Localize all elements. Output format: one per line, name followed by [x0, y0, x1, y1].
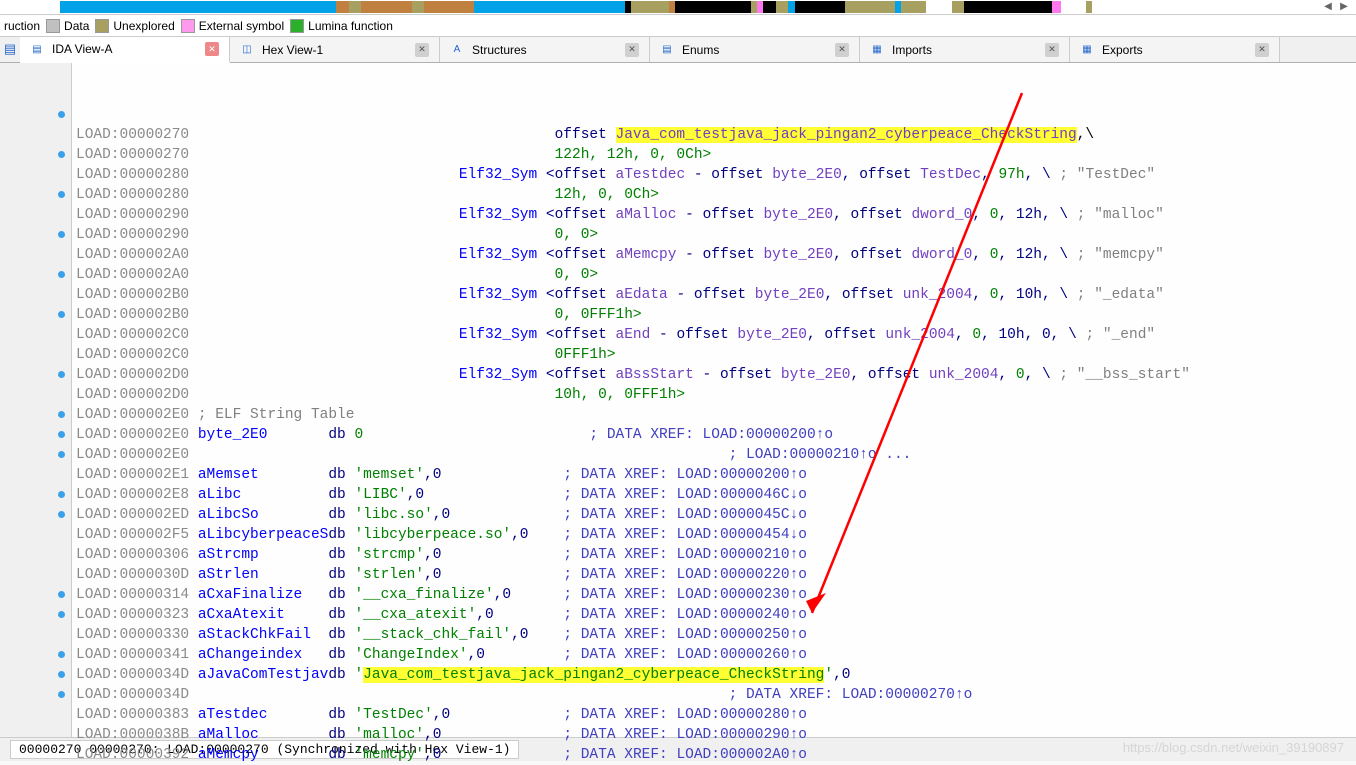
- breakpoint-dot[interactable]: [58, 371, 65, 378]
- tab-hex-view-1[interactable]: ◫ Hex View-1 ✕: [230, 37, 440, 62]
- legend-instruction: ruction: [4, 19, 40, 33]
- tab-icon: ▤: [30, 42, 44, 56]
- tab-label: Hex View-1: [262, 43, 323, 57]
- legend-unexplored: Unexplored: [113, 19, 174, 33]
- disasm-line[interactable]: LOAD:00000383 aTestdec db 'TestDec',0 ; …: [76, 705, 1356, 725]
- disasm-line[interactable]: LOAD:00000392 aMemcpy db 'memcpy',0 ; DA…: [76, 745, 1356, 765]
- disasm-line[interactable]: LOAD:00000330 aStackChkFail db '__stack_…: [76, 625, 1356, 645]
- disasm-line[interactable]: LOAD:00000270 122h, 12h, 0, 0Ch>: [76, 145, 1356, 165]
- line-gutter[interactable]: [0, 63, 72, 737]
- tab-label: Structures: [472, 43, 527, 57]
- disasm-line[interactable]: LOAD:00000290 Elf32_Sym <offset aMalloc …: [76, 205, 1356, 225]
- lumina-swatch: [290, 19, 304, 33]
- tab-label: Enums: [682, 43, 719, 57]
- unexplored-swatch: [95, 19, 109, 33]
- nav-next-icon[interactable]: ▶: [1338, 1, 1350, 13]
- disasm-line[interactable]: LOAD:000002F5 aLibcyberpeaceSdb 'libcybe…: [76, 525, 1356, 545]
- tab-structures[interactable]: A Structures ✕: [440, 37, 650, 62]
- nav-prev-icon[interactable]: ◀: [1322, 1, 1334, 13]
- disasm-line[interactable]: LOAD:0000038B aMalloc db 'malloc',0 ; DA…: [76, 725, 1356, 745]
- tab-label: IDA View-A: [52, 42, 112, 56]
- legend-external: External symbol: [199, 19, 284, 33]
- breakpoint-dot[interactable]: [58, 411, 65, 418]
- disasm-line[interactable]: LOAD:000002A0 Elf32_Sym <offset aMemcpy …: [76, 245, 1356, 265]
- breakpoint-dot[interactable]: [58, 671, 65, 678]
- breakpoint-dot[interactable]: [58, 451, 65, 458]
- tab-icon: ▤: [660, 43, 674, 57]
- breakpoint-dot[interactable]: [58, 691, 65, 698]
- breakpoint-dot[interactable]: [58, 511, 65, 518]
- tab-exports[interactable]: ▦ Exports ✕: [1070, 37, 1280, 62]
- view-tabs: ▤ ▤ IDA View-A ✕ ◫ Hex View-1 ✕ A Structure…: [0, 37, 1356, 63]
- disasm-line[interactable]: LOAD:00000280 12h, 0, 0Ch>: [76, 185, 1356, 205]
- tab-icon: ▦: [1080, 43, 1094, 57]
- dock-icon[interactable]: ▤: [0, 37, 20, 62]
- breakpoint-dot[interactable]: [58, 491, 65, 498]
- breakpoint-dot[interactable]: [58, 151, 65, 158]
- disasm-line[interactable]: LOAD:000002E8 aLibc db 'LIBC',0 ; DATA X…: [76, 485, 1356, 505]
- disasm-line[interactable]: LOAD:0000034D aJavaComTestjavdb 'Java_co…: [76, 665, 1356, 685]
- disasm-line[interactable]: LOAD:0000034D ; DATA XREF: LOAD:00000270…: [76, 685, 1356, 705]
- breakpoint-dot[interactable]: [58, 191, 65, 198]
- breakpoint-dot[interactable]: [58, 271, 65, 278]
- disasm-line[interactable]: LOAD:0000030D aStrlen db 'strlen',0 ; DA…: [76, 565, 1356, 585]
- disasm-line[interactable]: LOAD:000002B0 0, 0FFF1h>: [76, 305, 1356, 325]
- disasm-line[interactable]: LOAD:000002B0 Elf32_Sym <offset aEdata -…: [76, 285, 1356, 305]
- disasm-line[interactable]: LOAD:00000306 aStrcmp db 'strcmp',0 ; DA…: [76, 545, 1356, 565]
- close-icon[interactable]: ✕: [1045, 43, 1059, 57]
- segment-colorstrip[interactable]: [60, 1, 1316, 13]
- disasm-line[interactable]: LOAD:00000341 aChangeindex db 'ChangeInd…: [76, 645, 1356, 665]
- close-icon[interactable]: ✕: [415, 43, 429, 57]
- breakpoint-dot[interactable]: [58, 591, 65, 598]
- disasm-line[interactable]: LOAD:000002C0 0FFF1h>: [76, 345, 1356, 365]
- tab-label: Exports: [1102, 43, 1143, 57]
- close-icon[interactable]: ✕: [625, 43, 639, 57]
- tab-label: Imports: [892, 43, 932, 57]
- tab-enums[interactable]: ▤ Enums ✕: [650, 37, 860, 62]
- breakpoint-dot[interactable]: [58, 651, 65, 658]
- breakpoint-dot[interactable]: [58, 231, 65, 238]
- tab-icon: ◫: [240, 43, 254, 57]
- disasm-line[interactable]: LOAD:000002E0 ; LOAD:00000210↑o ...: [76, 445, 1356, 465]
- tab-imports[interactable]: ▦ Imports ✕: [860, 37, 1070, 62]
- data-swatch: [46, 19, 60, 33]
- tab-icon: ▦: [870, 43, 884, 57]
- legend-bar: ruction Data Unexplored External symbol …: [0, 15, 1356, 37]
- disasm-line[interactable]: LOAD:000002E0 byte_2E0 db 0 ; DATA XREF:…: [76, 425, 1356, 445]
- breakpoint-dot[interactable]: [58, 431, 65, 438]
- disassembly-view[interactable]: LOAD:00000270 offset Java_com_testjava_j…: [72, 63, 1356, 737]
- legend-data: Data: [64, 19, 89, 33]
- tab-ida-view-a[interactable]: ▤ IDA View-A ✕: [20, 37, 230, 63]
- disasm-line[interactable]: LOAD:000002E1 aMemset db 'memset',0 ; DA…: [76, 465, 1356, 485]
- disasm-line[interactable]: LOAD:000002ED aLibcSo db 'libc.so',0 ; D…: [76, 505, 1356, 525]
- disasm-line[interactable]: LOAD:000002C0 Elf32_Sym <offset aEnd - o…: [76, 325, 1356, 345]
- disasm-line[interactable]: LOAD:000002A0 0, 0>: [76, 265, 1356, 285]
- breakpoint-dot[interactable]: [58, 111, 65, 118]
- external-swatch: [181, 19, 195, 33]
- disasm-line[interactable]: LOAD:000002E0 ; ELF String Table: [76, 405, 1356, 425]
- navigation-overview-bar[interactable]: ◀ ▶: [0, 0, 1356, 15]
- close-icon[interactable]: ✕: [205, 42, 219, 56]
- breakpoint-dot[interactable]: [58, 611, 65, 618]
- tab-icon: A: [450, 43, 464, 57]
- close-icon[interactable]: ✕: [835, 43, 849, 57]
- disasm-line[interactable]: LOAD:00000280 Elf32_Sym <offset aTestdec…: [76, 165, 1356, 185]
- disasm-line[interactable]: LOAD:000002D0 10h, 0, 0FFF1h>: [76, 385, 1356, 405]
- breakpoint-dot[interactable]: [58, 311, 65, 318]
- disasm-line[interactable]: LOAD:00000270 offset Java_com_testjava_j…: [76, 125, 1356, 145]
- disasm-line[interactable]: LOAD:00000314 aCxaFinalize db '__cxa_fin…: [76, 585, 1356, 605]
- legend-lumina: Lumina function: [308, 19, 393, 33]
- disasm-line[interactable]: LOAD:00000290 0, 0>: [76, 225, 1356, 245]
- disasm-line[interactable]: LOAD:00000323 aCxaAtexit db '__cxa_atexi…: [76, 605, 1356, 625]
- close-icon[interactable]: ✕: [1255, 43, 1269, 57]
- disasm-line[interactable]: LOAD:000002D0 Elf32_Sym <offset aBssStar…: [76, 365, 1356, 385]
